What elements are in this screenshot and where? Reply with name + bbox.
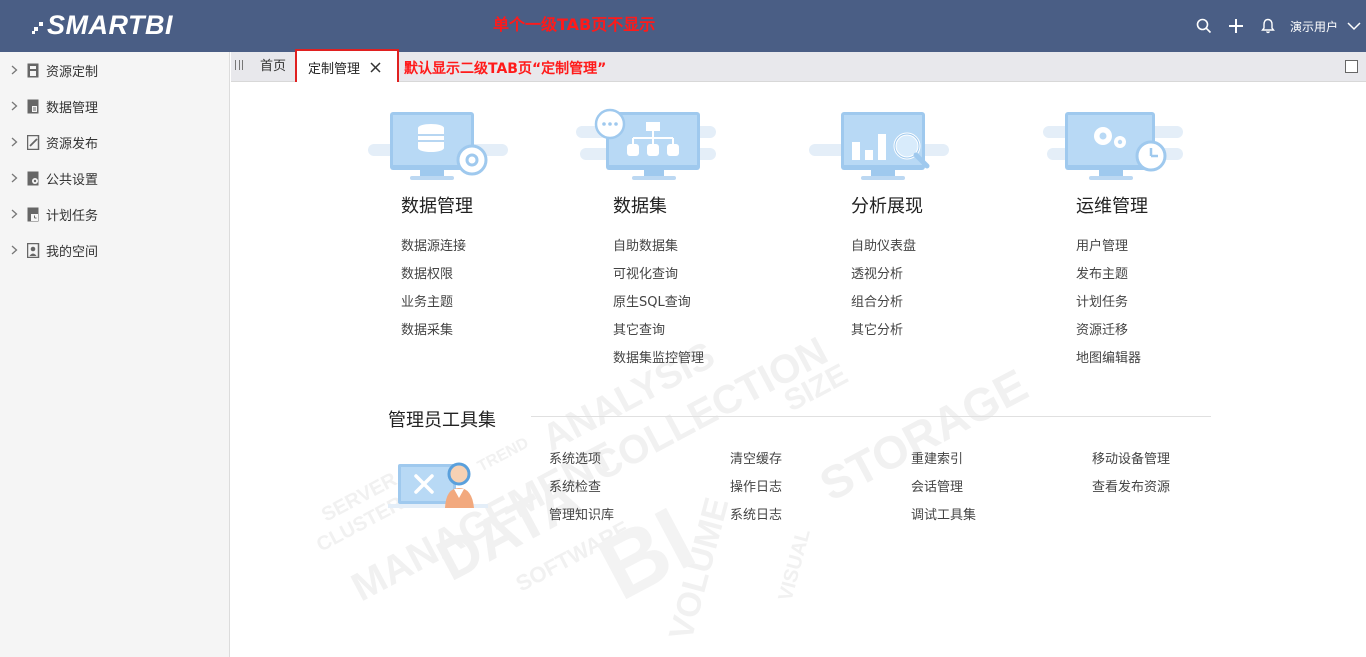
link-self-dashboard[interactable]: 自助仪表盘 <box>851 237 916 265</box>
sidebar-item-public-settings[interactable]: 公共设置 <box>0 160 229 196</box>
data-manage-icon <box>26 98 40 114</box>
link-native-sql-query[interactable]: 原生SQL查询 <box>613 293 704 321</box>
section-title: 数据集 <box>613 196 667 217</box>
sidebar-item-label: 资源定制 <box>46 64 99 80</box>
maximize-icon[interactable] <box>1345 60 1358 73</box>
user-name[interactable]: 演示用户 <box>1290 18 1338 35</box>
annotation-tab: 默认显示二级TAB页“定制管理” <box>404 61 607 77</box>
chevron-right-icon <box>8 100 20 112</box>
link-clear-cache[interactable]: 清空缓存 <box>730 450 782 478</box>
link-other-analysis[interactable]: 其它分析 <box>851 321 916 349</box>
link-visual-query[interactable]: 可视化查询 <box>613 265 704 293</box>
bell-icon[interactable] <box>1252 0 1284 52</box>
plus-icon[interactable] <box>1220 0 1252 52</box>
my-space-icon <box>26 242 40 258</box>
tab-home[interactable]: 首页 <box>260 52 286 82</box>
resource-custom-icon <box>26 62 40 78</box>
public-settings-icon <box>26 170 40 186</box>
sidebar-item-data-manage[interactable]: 数据管理 <box>0 88 229 124</box>
chevron-right-icon <box>8 136 20 148</box>
link-knowledge-base[interactable]: 管理知识库 <box>549 506 614 534</box>
tab-label: 定制管理 <box>308 61 361 77</box>
chevron-right-icon <box>8 244 20 256</box>
divider <box>531 416 1211 417</box>
main-content: DATA MANAGEMENT STORAGE ANALYSIS COLLECT… <box>231 82 1366 657</box>
link-publish-theme[interactable]: 发布主题 <box>1076 265 1141 293</box>
link-data-collect[interactable]: 数据采集 <box>401 321 466 349</box>
link-map-editor[interactable]: 地图编辑器 <box>1076 349 1141 377</box>
admin-tools-column-2: 清空缓存 操作日志 系统日志 <box>730 450 782 534</box>
chevron-right-icon <box>8 64 20 76</box>
sidebar-item-my-space[interactable]: 我的空间 <box>0 232 229 268</box>
admin-tools-title: 管理员工具集 <box>388 410 496 431</box>
chevron-down-icon[interactable] <box>1344 0 1364 52</box>
tab-bar: 首页 定制管理 默认显示二级TAB页“定制管理” <box>231 49 1366 85</box>
sidebar: 资源定制 数据管理 资源发布 公共设置 计划任务 我的空间 <box>0 52 230 657</box>
link-self-dataset[interactable]: 自助数据集 <box>613 237 704 265</box>
section-title: 数据管理 <box>401 196 473 217</box>
search-icon[interactable] <box>1188 0 1220 52</box>
top-bar: SMARTBI 单个一级TAB页不显示 演示用户 <box>0 0 1366 52</box>
link-business-theme[interactable]: 业务主题 <box>401 293 466 321</box>
link-system-check[interactable]: 系统检查 <box>549 478 614 506</box>
admin-tools-column-4: 移动设备管理 查看发布资源 <box>1092 450 1170 506</box>
link-rebuild-index[interactable]: 重建索引 <box>911 450 976 478</box>
logo-mark-icon <box>32 15 46 35</box>
sidebar-item-resource-custom[interactable]: 资源定制 <box>0 52 229 88</box>
link-data-permission[interactable]: 数据权限 <box>401 265 466 293</box>
admin-tools-illustration-icon <box>388 462 488 508</box>
sidebar-item-label: 我的空间 <box>46 244 99 260</box>
chevron-right-icon <box>8 208 20 220</box>
link-debug-tools[interactable]: 调试工具集 <box>911 506 976 534</box>
link-view-published-resources[interactable]: 查看发布资源 <box>1092 478 1170 506</box>
sidebar-item-label: 公共设置 <box>46 172 99 188</box>
drag-handle-icon[interactable] <box>235 60 243 72</box>
admin-tools-column-1: 系统选项 系统检查 管理知识库 <box>549 450 614 534</box>
section-title: 分析展现 <box>851 196 923 217</box>
logo-text: SMARTBI <box>47 9 174 40</box>
annotation-top: 单个一级TAB页不显示 <box>493 15 656 34</box>
admin-tools-column-3: 重建索引 会话管理 调试工具集 <box>911 450 976 534</box>
wordcloud-word: SIZE <box>779 358 853 418</box>
scheduled-task-icon <box>26 206 40 222</box>
gears-clock-illustration-icon <box>1043 112 1183 180</box>
sidebar-item-scheduled-task[interactable]: 计划任务 <box>0 196 229 232</box>
link-session-manage[interactable]: 会话管理 <box>911 478 976 506</box>
link-dataset-monitor[interactable]: 数据集监控管理 <box>613 349 704 377</box>
link-datasource-connect[interactable]: 数据源连接 <box>401 237 466 265</box>
link-pivot-analysis[interactable]: 透视分析 <box>851 265 916 293</box>
chart-magnifier-illustration-icon <box>809 112 949 180</box>
tab-custom-manage[interactable]: 定制管理 <box>295 49 399 85</box>
smartbi-logo[interactable]: SMARTBI <box>32 8 173 42</box>
section-title: 运维管理 <box>1076 196 1148 217</box>
link-system-log[interactable]: 系统日志 <box>730 506 782 534</box>
sidebar-item-label: 数据管理 <box>46 100 99 116</box>
link-mobile-device-manage[interactable]: 移动设备管理 <box>1092 450 1170 478</box>
database-gear-illustration-icon <box>368 112 508 180</box>
link-resource-migrate[interactable]: 资源迁移 <box>1076 321 1141 349</box>
link-operation-log[interactable]: 操作日志 <box>730 478 782 506</box>
wordcloud-word: VISUAL <box>775 527 815 604</box>
sidebar-item-label: 资源发布 <box>46 136 99 152</box>
link-combo-analysis[interactable]: 组合分析 <box>851 293 916 321</box>
resource-publish-icon <box>26 134 40 150</box>
chevron-right-icon <box>8 172 20 184</box>
link-system-options[interactable]: 系统选项 <box>549 450 614 478</box>
sidebar-item-label: 计划任务 <box>46 208 99 224</box>
close-icon[interactable] <box>369 61 381 73</box>
link-other-query[interactable]: 其它查询 <box>613 321 704 349</box>
dataset-hierarchy-illustration-icon <box>576 108 716 180</box>
wordcloud-word: VOLUME <box>662 494 736 644</box>
link-scheduled-task[interactable]: 计划任务 <box>1076 293 1141 321</box>
link-user-manage[interactable]: 用户管理 <box>1076 237 1141 265</box>
sidebar-item-resource-publish[interactable]: 资源发布 <box>0 124 229 160</box>
